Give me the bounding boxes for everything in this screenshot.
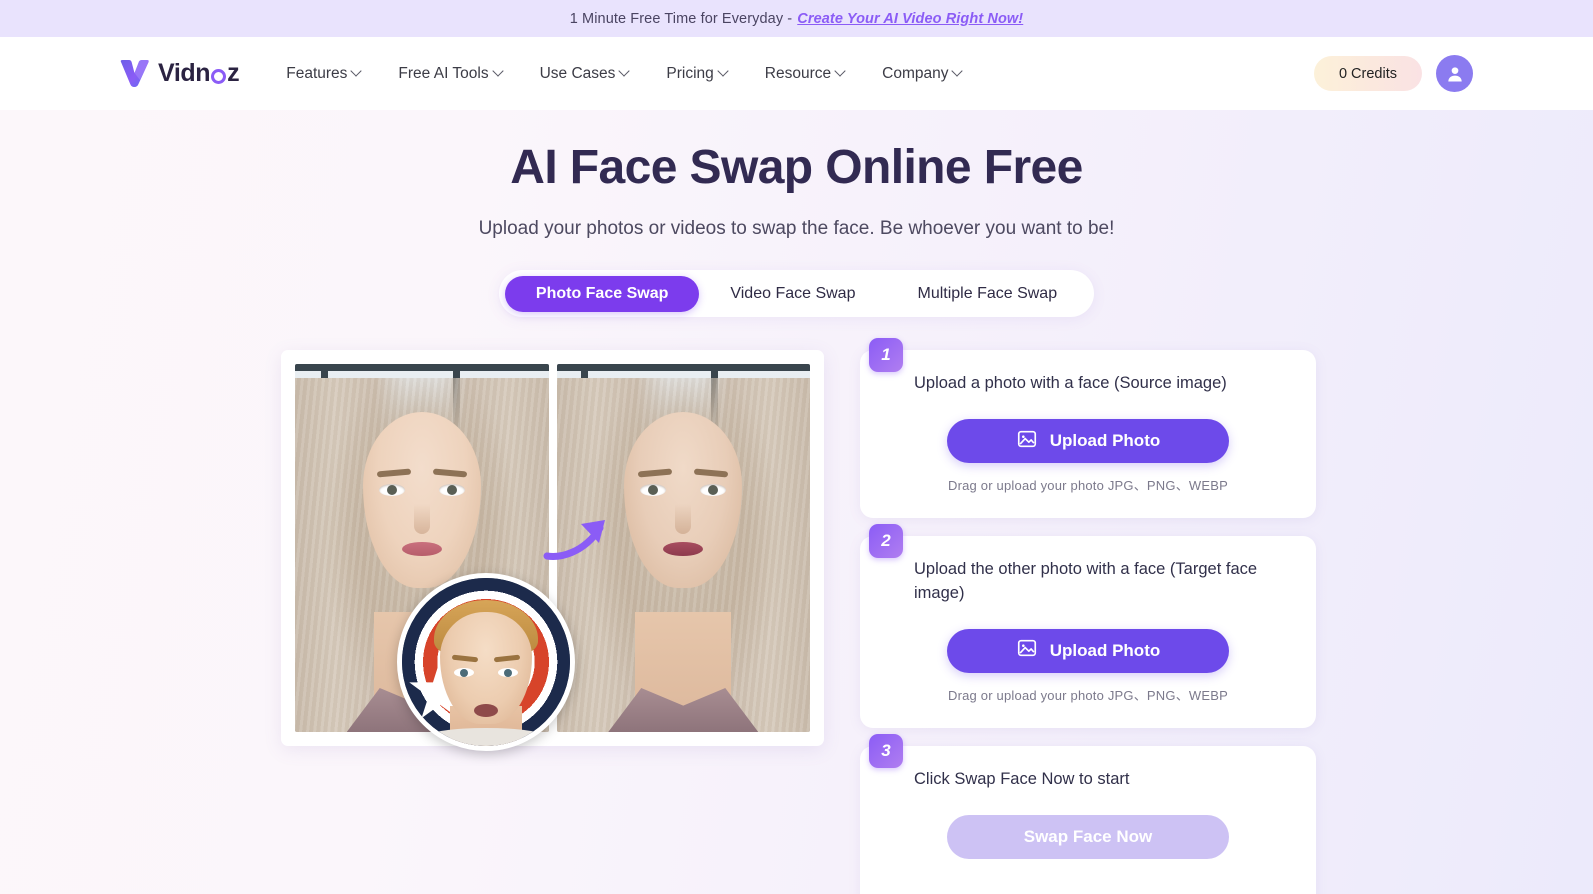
nav-item-resource[interactable]: Resource xyxy=(746,54,863,94)
promo-banner: 1 Minute Free Time for Everyday - Create… xyxy=(0,0,1593,37)
user-avatar-icon[interactable] xyxy=(1436,55,1473,92)
face-swap-preview-card xyxy=(281,350,824,751)
vidnoz-v-logo-icon xyxy=(118,57,151,90)
inset-face-shape xyxy=(440,612,532,724)
tab-label: Photo Face Swap xyxy=(535,284,669,302)
chevron-down-icon xyxy=(350,64,363,77)
step-card-1: 1 Upload a photo with a face (Source ima… xyxy=(860,338,1316,518)
steps-panel: 1 Upload a photo with a face (Source ima… xyxy=(860,338,1316,894)
nav-item-free-ai-tools[interactable]: Free AI Tools xyxy=(379,54,520,94)
nav-item-company[interactable]: Company xyxy=(863,54,980,94)
step-card-3: 3 Click Swap Face Now to start Swap Face… xyxy=(860,733,1316,894)
step-number-badge: 2 xyxy=(869,524,903,558)
nav-label: Company xyxy=(882,64,949,82)
upload-hint: Drag or upload your photo JPG、PNG、WEBP xyxy=(948,478,1228,493)
tab-photo-face-swap[interactable]: Photo Face Swap xyxy=(504,275,700,312)
chevron-down-icon xyxy=(834,64,846,77)
vidnoz-logo[interactable]: Vidn z xyxy=(118,57,240,90)
nav-label: Use Cases xyxy=(539,64,616,82)
target-face-inset xyxy=(397,573,575,751)
step-title: Click Swap Face Now to start xyxy=(914,769,1130,788)
logo-o-ring-icon xyxy=(211,69,227,84)
tab-video-face-swap[interactable]: Video Face Swap xyxy=(699,276,886,312)
upload-button-label: Upload Photo xyxy=(1049,431,1161,450)
chevron-down-icon xyxy=(491,64,504,77)
main-navigation: Features Free AI Tools Use Cases Pricing… xyxy=(267,54,980,94)
page-body: AI Face Swap Online Free Upload your pho… xyxy=(0,110,1593,894)
tab-label: Video Face Swap xyxy=(730,284,856,302)
site-header: Vidn z Features Free AI Tools Use Cases P… xyxy=(0,37,1593,110)
vidnoz-logo-text: Vidn z xyxy=(158,59,240,88)
promo-banner-text: 1 Minute Free Time for Everyday - xyxy=(569,10,793,27)
image-upload-icon xyxy=(1016,637,1038,664)
step-card-2: 2 Upload the other photo with a face (Ta… xyxy=(860,524,1316,728)
chevron-down-icon xyxy=(618,64,631,77)
credits-label: 0 Credits xyxy=(1338,65,1397,82)
header-actions: 0 Credits xyxy=(1313,55,1473,92)
upload-hint: Drag or upload your photo JPG、PNG、WEBP xyxy=(948,687,1228,703)
logo-text-after: z xyxy=(227,59,240,87)
nav-item-use-cases[interactable]: Use Cases xyxy=(521,54,648,94)
nav-item-pricing[interactable]: Pricing xyxy=(647,54,745,94)
upload-source-photo-button[interactable]: Upload Photo xyxy=(947,419,1229,463)
chevron-down-icon xyxy=(717,64,729,77)
chevron-down-icon xyxy=(951,64,964,77)
nav-label: Free AI Tools xyxy=(398,64,489,82)
logo-text-before: Vidn xyxy=(158,59,211,87)
swap-face-now-button[interactable]: Swap Face Now xyxy=(947,814,1229,859)
step-number-badge: 3 xyxy=(869,733,903,768)
content-row: 1 Upload a photo with a face (Source ima… xyxy=(0,338,1593,894)
image-upload-icon xyxy=(1016,428,1038,455)
promo-banner-link[interactable]: Create Your AI Video Right Now! xyxy=(797,11,1023,27)
step-title: Upload the other photo with a face (Targ… xyxy=(914,560,1258,602)
tab-multiple-face-swap[interactable]: Multiple Face Swap xyxy=(886,276,1088,312)
nav-label: Pricing xyxy=(666,64,714,82)
page-title: AI Face Swap Online Free xyxy=(510,141,1083,194)
tab-label: Multiple Face Swap xyxy=(917,284,1058,302)
face-swap-mode-tabs: Photo Face Swap Video Face Swap Multiple… xyxy=(0,270,1593,317)
upload-button-label: Upload Photo xyxy=(1049,640,1161,660)
credits-badge[interactable]: 0 Credits xyxy=(1313,56,1422,91)
step-title: Upload a photo with a face (Source image… xyxy=(914,374,1227,392)
nav-item-features[interactable]: Features xyxy=(267,54,379,94)
nav-label: Features xyxy=(286,64,348,82)
upload-target-photo-button[interactable]: Upload Photo xyxy=(947,628,1229,673)
swap-button-label: Swap Face Now xyxy=(1023,826,1153,846)
curved-arrow-right-icon xyxy=(543,508,621,567)
step-number-badge: 1 xyxy=(869,338,903,372)
page-subtitle: Upload your photos or videos to swap the… xyxy=(478,218,1115,239)
tabs-container: Photo Face Swap Video Face Swap Multiple… xyxy=(498,270,1095,317)
nav-label: Resource xyxy=(764,64,832,82)
